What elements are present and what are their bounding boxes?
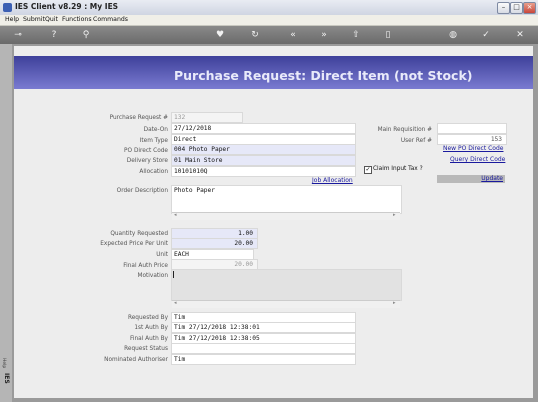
request-status-field <box>171 343 356 354</box>
refresh-icon[interactable]: ↻ <box>248 28 262 42</box>
label-main-requisition: Main Requisition # <box>377 127 432 133</box>
motivation-scrollbar[interactable] <box>172 300 400 308</box>
rewind-icon[interactable]: « <box>286 28 300 42</box>
allocation-field[interactable]: 10101010Q <box>171 166 356 177</box>
main-requisition-field[interactable] <box>437 123 507 134</box>
nominated-authoriser-field[interactable]: Tim <box>171 354 356 365</box>
label-expected-price: Expected Price Per Unit <box>100 241 168 247</box>
label-date-on: Date-On <box>143 127 168 133</box>
help-icon[interactable]: ? <box>47 28 61 42</box>
user-ref-field[interactable]: 153 <box>437 134 507 145</box>
query-direct-code-link[interactable]: Query Direct Code <box>450 156 505 163</box>
label-requested-by: Requested By <box>127 315 168 321</box>
motivation-field[interactable] <box>171 269 402 301</box>
scroll-right-icon[interactable]: ▸ <box>393 300 396 306</box>
new-po-direct-code-link[interactable]: New PO Direct Code <box>443 145 503 152</box>
menu-submit[interactable]: Submit <box>23 16 45 23</box>
label-unit: Unit <box>156 252 168 258</box>
label-delivery-store: Delivery Store <box>126 158 168 164</box>
forward-icon[interactable]: » <box>317 28 331 42</box>
minimize-button[interactable]: – <box>497 2 510 14</box>
app-icon <box>3 3 12 12</box>
label-item-type: Item Type <box>139 138 168 144</box>
job-allocation-link[interactable]: Job Allocation <box>312 177 353 184</box>
label-first-auth-by: 1st Auth By <box>134 325 168 331</box>
label-allocation: Allocation <box>139 169 168 175</box>
label-po-direct-code: PO Direct Code <box>124 148 168 154</box>
update-button[interactable]: Update <box>437 175 505 183</box>
menu-functions[interactable]: Functions <box>62 16 92 23</box>
maximize-button[interactable]: □ <box>510 2 523 14</box>
label-final-auth-by: Final Auth By <box>129 336 168 342</box>
order-description-field[interactable]: Photo Paper <box>171 185 402 214</box>
scroll-left-icon[interactable]: ◂ <box>174 212 177 218</box>
claim-input-tax-label: Claim Input Tax ? <box>373 166 423 172</box>
label-quantity-requested: Quantity Requested <box>110 231 168 237</box>
upload-icon[interactable]: ⇧ <box>349 28 363 42</box>
globe-icon[interactable]: ◍ <box>446 28 460 42</box>
scroll-left-icon[interactable]: ◂ <box>174 300 177 306</box>
label-order-description: Order Description <box>116 188 168 194</box>
po-direct-code-field[interactable]: 004 Photo Paper <box>171 144 356 155</box>
menu-commands[interactable]: Commands <box>93 16 128 23</box>
close-button[interactable]: × <box>523 2 536 14</box>
label-nominated-authoriser: Nominated Authoriser <box>104 357 168 363</box>
window-title: IES Client v8.29 : My IES <box>15 2 119 11</box>
key-icon[interactable]: ⊸ <box>7 28 29 42</box>
left-strip <box>0 44 12 402</box>
page-icon[interactable]: ▯ <box>381 28 395 42</box>
label-final-auth-price: Final Auth Price <box>123 263 168 269</box>
label-purchase-request: Purchase Request # <box>109 115 168 121</box>
scroll-right-icon[interactable]: ▸ <box>393 212 396 218</box>
first-auth-by-field: Tim 27/12/2018 12:38:01 <box>171 322 356 333</box>
search-icon[interactable]: ⚲ <box>79 28 93 42</box>
heart-icon[interactable]: ♥ <box>213 28 227 42</box>
purchase-request-field: 132 <box>171 112 243 123</box>
help-tab[interactable]: Help <box>1 358 6 368</box>
menu-quit[interactable]: Quit <box>45 16 58 23</box>
expected-price-field[interactable]: 20.00 <box>171 238 258 249</box>
claim-input-tax-checkbox[interactable]: ✓ <box>364 166 372 174</box>
label-motivation: Motivation <box>137 273 168 279</box>
menu-help[interactable]: Help <box>5 16 19 23</box>
label-user-ref: User Ref # <box>400 138 432 144</box>
check-icon[interactable]: ✓ <box>479 28 493 42</box>
page-title: Purchase Request: Direct Item (not Stock… <box>174 68 473 83</box>
close-icon[interactable]: ✕ <box>513 28 527 42</box>
label-request-status: Request Status <box>124 346 168 352</box>
ies-logo: IES <box>3 373 10 384</box>
text-cursor <box>173 271 174 278</box>
order-description-scrollbar[interactable] <box>172 212 400 220</box>
delivery-store-field[interactable]: 01 Main Store <box>171 155 356 166</box>
